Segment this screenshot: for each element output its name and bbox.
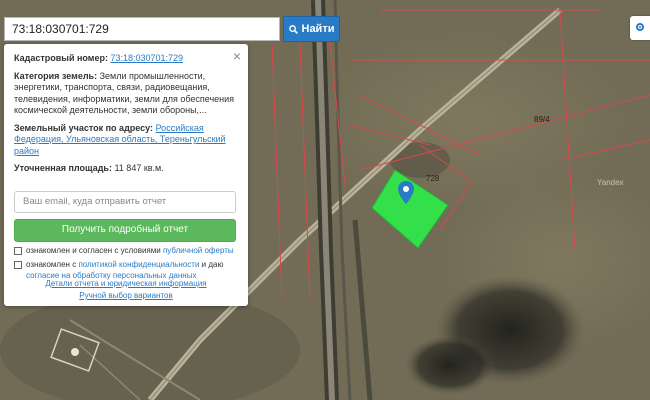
consent-offer-row: ознакомлен и согласен с условиями публич…	[14, 246, 238, 257]
email-input[interactable]	[14, 190, 236, 213]
map-marker-icon[interactable]	[397, 181, 415, 205]
report-details-link[interactable]: Детали отчета и юридическая информация	[45, 279, 206, 288]
manual-selection-link[interactable]: Ручной выбор вариантов	[79, 291, 172, 300]
consent-offer-checkbox[interactable]	[14, 246, 22, 255]
category-label: Категория земель:	[14, 70, 98, 81]
consent-privacy-mid: и даю	[201, 260, 224, 269]
radio-icon	[636, 23, 644, 31]
parcel-label-89-4: 89/4	[534, 115, 550, 124]
category-row: Категория земель: Земли промышленности, …	[14, 71, 238, 117]
cadastral-row: Кадастровый номер: 73:18:030701:729	[14, 53, 238, 65]
find-button-label: Найти	[301, 23, 335, 35]
get-report-button-label: Получить подробный отчет	[61, 224, 189, 236]
consent-privacy-checkbox[interactable]	[14, 261, 22, 269]
search-icon	[288, 24, 298, 34]
public-offer-link[interactable]: публичной оферты	[163, 246, 234, 255]
consent-privacy-text: ознакомлен с	[26, 260, 77, 269]
footer-links: Детали отчета и юридическая информация Р…	[4, 278, 248, 302]
area-value: 11 847 кв.м.	[114, 163, 164, 173]
address-row: Земельный участок по адресу: Российская …	[14, 123, 238, 158]
cadastral-number-link[interactable]: 73:18:030701:729	[110, 53, 183, 63]
area-row: Уточненная площадь: 11 847 кв.м.	[14, 163, 238, 175]
search-input[interactable]	[5, 18, 279, 40]
close-icon[interactable]: ×	[233, 49, 241, 63]
search-bar[interactable]	[4, 17, 280, 41]
map-layer-control[interactable]	[630, 16, 650, 40]
address-label: Земельный участок по адресу:	[14, 122, 154, 133]
parcel-label-728: 728	[426, 174, 440, 183]
consent-offer-text: ознакомлен и согласен с условиями	[26, 245, 161, 255]
get-report-button[interactable]: Получить подробный отчет	[14, 218, 236, 242]
yandex-watermark: Yandex	[597, 178, 624, 187]
cadastral-label: Кадастровый номер:	[14, 53, 108, 63]
area-label: Уточненная площадь:	[14, 163, 112, 173]
privacy-policy-link[interactable]: политикой конфиденциальности	[78, 260, 199, 269]
parcel-info-panel: × Кадастровый номер: 73:18:030701:729 Ка…	[4, 44, 248, 306]
find-button[interactable]: Найти	[283, 16, 340, 42]
